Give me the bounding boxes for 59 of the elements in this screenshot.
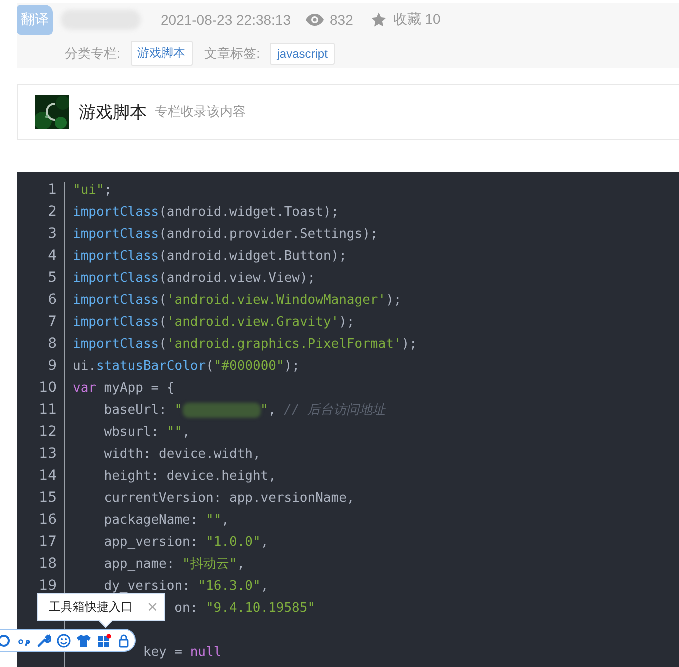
- close-button[interactable]: ×: [145, 598, 160, 616]
- code-line: currentVersion: app.versionName,: [103, 490, 355, 506]
- column-subtitle: 专栏收录该内容: [155, 103, 246, 121]
- category-label: 分类专栏:: [65, 44, 121, 62]
- line-number: 17: [38, 534, 57, 550]
- line-number: 3: [47, 226, 57, 242]
- code-line: importClass('android.view.Gravity');: [72, 314, 355, 330]
- line-number: 16: [38, 512, 57, 528]
- code-line: baseUrl: " ", // 后台访问地址: [103, 402, 386, 419]
- translate-badge: 翻译: [17, 5, 53, 35]
- view-count: 832: [330, 12, 354, 28]
- code-line: app_name: "抖动云",: [103, 556, 246, 573]
- line-number: 15: [38, 490, 57, 506]
- line-number: 18: [38, 556, 57, 572]
- code-line: ui.statusBarColor("#000000");: [72, 358, 300, 374]
- article-tag[interactable]: javascript: [270, 42, 335, 64]
- code-line: importClass(android.view.View);: [72, 270, 316, 286]
- code-line: height: device.height,: [103, 468, 276, 484]
- star-icon[interactable]: [371, 12, 388, 28]
- code-line: importClass(android.provider.Settings);: [72, 226, 378, 242]
- code-line: width: device.width,: [103, 446, 261, 462]
- grid-icon[interactable]: [97, 634, 111, 648]
- line-number: 5: [47, 270, 57, 286]
- code-line: importClass(android.widget.Button);: [72, 248, 347, 264]
- line-number: 11: [38, 402, 57, 418]
- line-number: 1: [47, 182, 57, 198]
- line-number: 6: [47, 292, 57, 308]
- code-line: importClass(android.widget.Toast);: [72, 204, 340, 220]
- code-line: var myApp = {: [72, 380, 175, 396]
- line-number: 9: [47, 358, 57, 374]
- favorite-count[interactable]: 收藏 10: [393, 11, 441, 29]
- line-number: 12: [38, 424, 57, 440]
- code-line: importClass('android.graphics.PixelFormat');: [72, 336, 418, 352]
- line-number: 7: [47, 314, 57, 330]
- smiley-icon[interactable]: [57, 634, 71, 648]
- tooltip-text: 工具箱快捷入口: [49, 598, 133, 616]
- code-line: app_version: "1.0.0",: [103, 534, 269, 550]
- line-number: 2: [47, 204, 57, 220]
- tags-label: 文章标签:: [204, 44, 260, 62]
- code-line: "ui";: [72, 182, 112, 198]
- code-line: on: "9.4.10.19585": [174, 600, 316, 616]
- code-line: wbsurl: "",: [103, 424, 190, 440]
- column-title[interactable]: 游戏脚本: [79, 100, 147, 124]
- line-number: 10: [38, 380, 57, 396]
- publish-date: 2021-08-23 22:38:13: [161, 12, 291, 28]
- line-number: 14: [38, 468, 57, 484]
- code-line: dy_version: "16.3.0",: [103, 578, 269, 594]
- line-number: 19: [38, 578, 57, 594]
- category-tag[interactable]: 游戏脚本: [130, 41, 193, 66]
- code-line: packageName: "",: [103, 512, 230, 528]
- line-number: 13: [38, 446, 57, 462]
- code-line: key = null: [142, 644, 222, 660]
- line-number: 8: [47, 336, 57, 352]
- lock-icon[interactable]: [117, 634, 131, 648]
- line-number: 4: [47, 248, 57, 264]
- shirt-icon[interactable]: [77, 634, 91, 648]
- code-line: importClass('android.view.WindowManager');: [72, 292, 402, 308]
- eye-icon: [306, 14, 324, 26]
- wrench-icon[interactable]: [37, 634, 51, 648]
